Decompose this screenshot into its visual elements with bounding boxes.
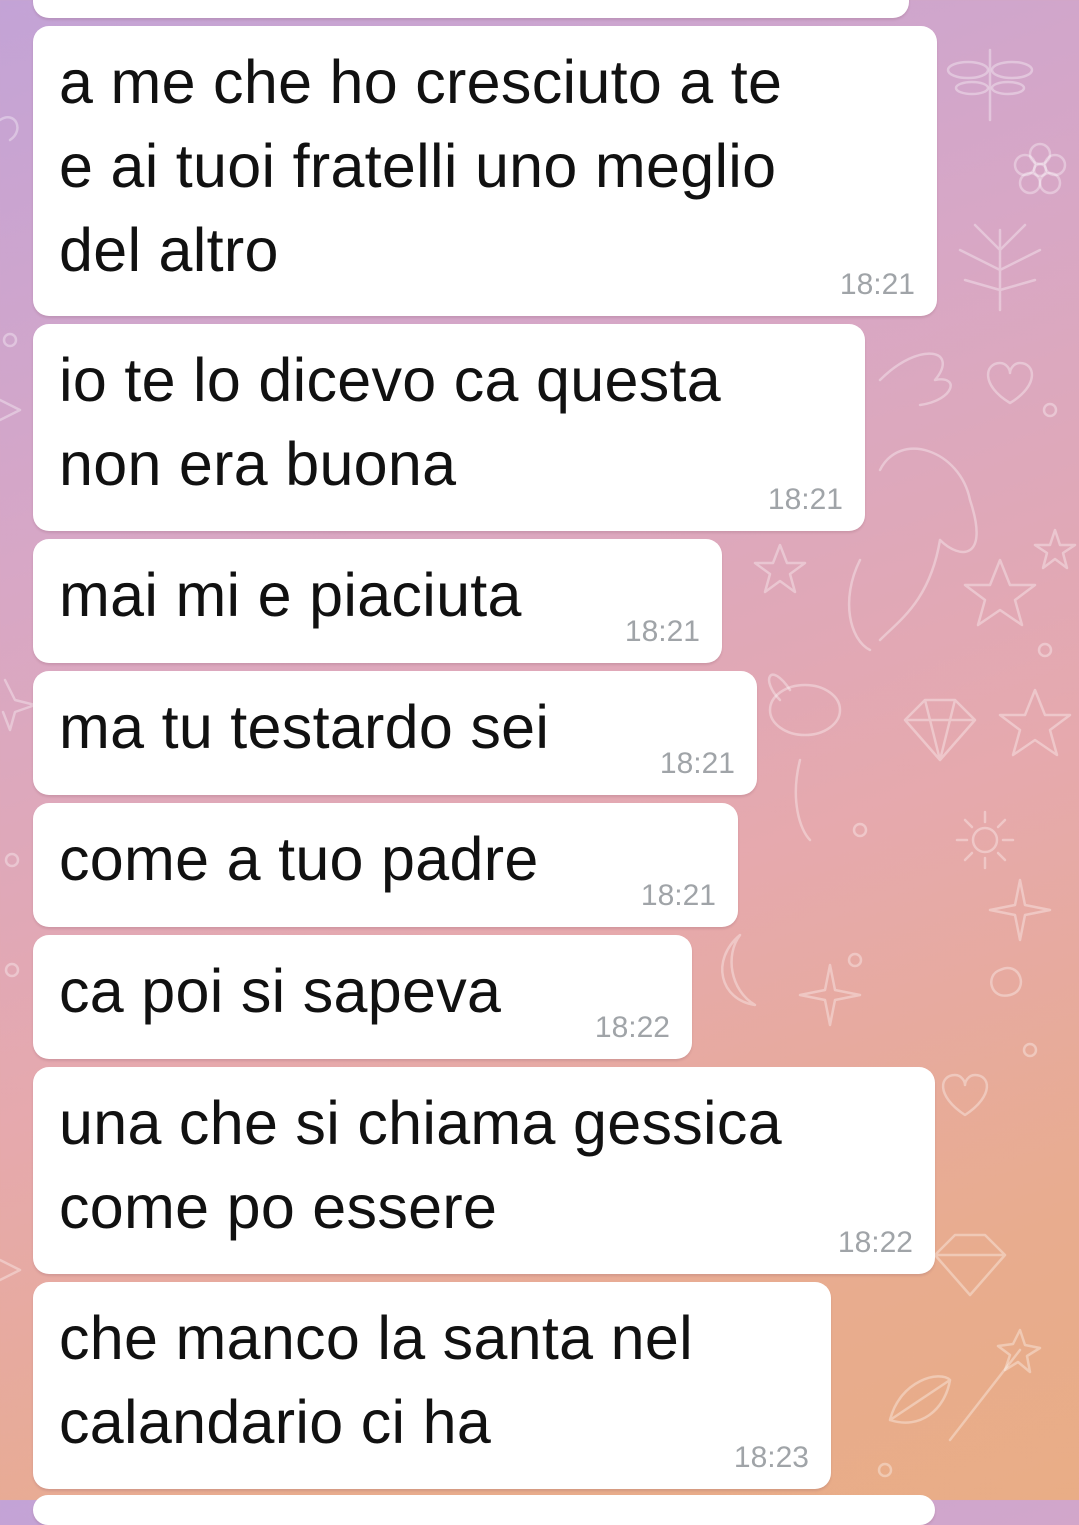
message-bubble[interactable]: come a tuo padre 18:21 [33,803,738,927]
message-text: ca poi si sapeva [59,957,502,1025]
message-text: mai mi e piaciuta [59,561,522,629]
message-bubble[interactable]: ma tu testardo sei 18:21 [33,671,757,795]
message-timestamp: 18:21 [767,483,843,516]
message-bubble[interactable]: che manco la santa nel calandario ci ha … [33,1282,831,1489]
message-bubble-partial[interactable] [33,0,909,18]
message-timestamp: 18:23 [733,1441,809,1474]
message-timestamp: 18:21 [659,747,735,780]
message-text: a me che ho cresciuto a te e ai tuoi fra… [59,48,783,284]
message-timestamp: 18:22 [837,1226,913,1259]
message-bubble[interactable]: io te lo dicevo ca questa non era buona … [33,324,865,531]
message-bubble[interactable]: mai mi e piaciuta 18:21 [33,539,722,663]
message-bubble[interactable]: ca poi si sapeva 18:22 [33,935,692,1059]
message-text: che manco la santa nel calandario ci ha [59,1304,693,1456]
message-timestamp: 18:21 [839,268,915,301]
message-text: io te lo dicevo ca questa non era buona [59,346,721,498]
message-bubble[interactable]: una che si chiama gessica come po essere… [33,1067,935,1274]
chat-message-list[interactable]: a me che ho cresciuto a te e ai tuoi fra… [0,0,1079,1525]
message-timestamp: 18:21 [624,615,700,648]
message-text: una che si chiama gessica come po essere [59,1089,782,1241]
message-text: ma tu testardo sei [59,693,550,761]
message-text: come a tuo padre [59,825,539,893]
message-bubble[interactable]: a me che ho cresciuto a te e ai tuoi fra… [33,26,937,316]
message-timestamp: 18:22 [594,1011,670,1044]
message-timestamp: 18:21 [640,879,716,912]
